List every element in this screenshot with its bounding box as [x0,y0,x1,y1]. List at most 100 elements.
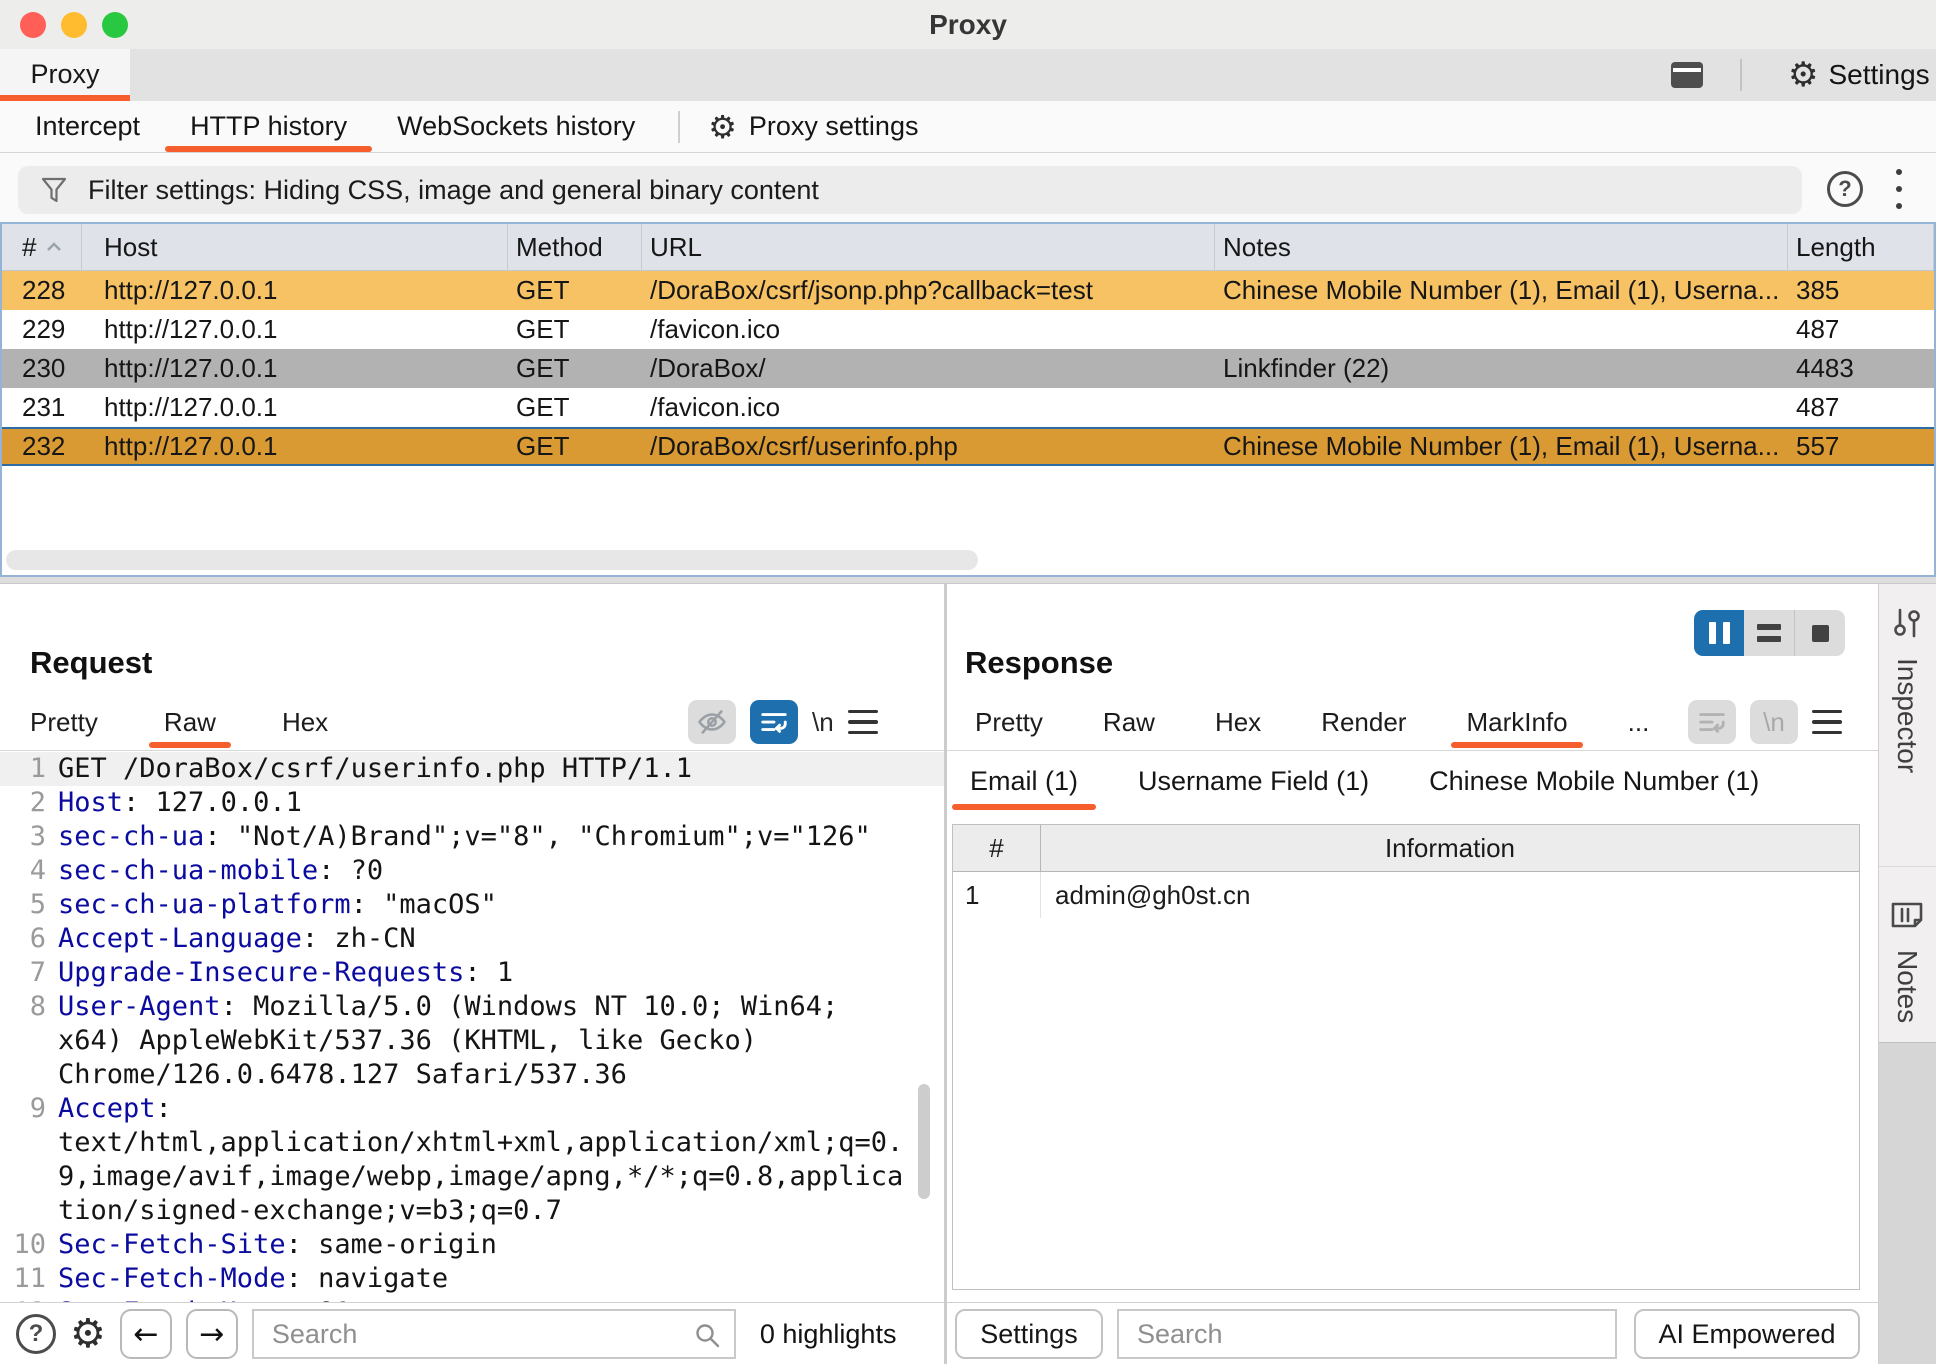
history-row[interactable]: 230 http://127.0.0.1 GET /DoraBox/ Linkf… [2,349,1934,388]
help-icon[interactable]: ? [1827,171,1863,207]
markinfo-category-tab[interactable]: Email (1) [952,752,1096,812]
search-previous-button[interactable]: ← [120,1309,172,1359]
request-footer: ? ⚙ ← → 0 highlights [0,1302,944,1365]
column-header-num[interactable]: # [2,224,82,270]
response-view-tab[interactable]: ... [1613,698,1665,748]
response-search [1117,1309,1617,1359]
markinfo-column-num[interactable]: # [953,825,1041,871]
column-header-method[interactable]: Method [508,224,642,270]
response-view-tab[interactable]: Pretty [960,698,1058,748]
history-rows: 228 http://127.0.0.1 GET /DoraBox/csrf/j… [2,271,1934,466]
settings-button[interactable]: ⚙ Settings [1788,49,1930,101]
gear-icon[interactable]: ⚙ [70,1314,106,1354]
panel-splitter[interactable] [0,577,1936,584]
queue-icon [1757,624,1781,642]
response-view-tab[interactable]: Raw [1088,698,1170,748]
eye-slash-icon [697,707,727,737]
response-view-tab[interactable]: Hex [1200,698,1276,748]
markinfo-category-tab[interactable]: Chinese Mobile Number (1) [1411,752,1777,812]
tab-notes[interactable]: Notes [1885,898,1929,1023]
newline-toggle-icon[interactable]: \n [1750,700,1798,744]
response-view-tab[interactable]: Render [1306,698,1421,748]
tab-inspector[interactable]: Inspector [1885,606,1929,773]
word-wrap-icon[interactable] [750,700,798,744]
line-text: sec-ch-ua-mobile: ?0 [58,854,903,888]
line-number: 9 [0,1092,46,1228]
history-row[interactable]: 228 http://127.0.0.1 GET /DoraBox/csrf/j… [2,271,1934,310]
line-number: 2 [0,786,46,820]
history-header-row: # Host Method URL Notes Length [2,224,1934,271]
request-line: 5 sec-ch-ua-platform: "macOS" [0,888,944,922]
column-header-url[interactable]: URL [642,224,1215,270]
request-search-input[interactable] [254,1311,734,1357]
request-response-divider[interactable] [944,584,947,1364]
editor-menu-icon[interactable] [1812,710,1842,735]
more-options-icon[interactable] [1896,169,1902,209]
ai-empowered-button[interactable]: AI Empowered [1634,1309,1860,1359]
markinfo-category-tab[interactable]: Username Field (1) [1120,752,1387,812]
main-tab-divider [1740,59,1742,91]
request-view-tab[interactable]: Raw [149,698,231,748]
history-row[interactable]: 231 http://127.0.0.1 GET /favicon.ico 48… [2,388,1934,427]
filter-settings-text: Filter settings: Hiding CSS, image and g… [88,175,819,206]
sub-tab[interactable]: WebSockets history [372,101,660,152]
line-text: sec-ch-ua-platform: "macOS" [58,888,903,922]
pause-button[interactable] [1694,610,1744,656]
http-history-table: # Host Method URL Notes Length 228 http:… [0,222,1936,577]
line-number: 8 [0,990,46,1092]
response-view-tab[interactable]: MarkInfo [1451,698,1582,748]
column-header-host[interactable]: Host [82,224,508,270]
line-text: Host: 127.0.0.1 [58,786,903,820]
markinfo-row[interactable]: 1 admin@gh0st.cn [953,872,1859,918]
proxy-settings-label: Proxy settings [749,111,919,142]
markinfo-rows: 1 admin@gh0st.cn [953,872,1859,918]
queue-button[interactable] [1744,610,1794,656]
line-number: 4 [0,854,46,888]
horizontal-scrollbar[interactable] [6,550,978,570]
proxy-settings-tab[interactable]: ⚙ Proxy settings [698,101,928,152]
word-wrap-icon[interactable] [1688,700,1736,744]
request-vertical-scrollbar[interactable] [918,1084,930,1199]
inspector-label: Inspector [1891,658,1923,773]
pause-icon [1709,622,1730,644]
sub-tab[interactable]: HTTP history [165,101,372,152]
sub-tab-list: Intercept HTTP history WebSockets histor… [10,101,660,152]
request-line: 7 Upgrade-Insecure-Requests: 1 [0,956,944,990]
hide-highlight-icon[interactable] [688,700,736,744]
line-text: Accept: text/html,application/xhtml+xml,… [58,1092,903,1228]
request-raw-editor[interactable]: 1 GET /DoraBox/csrf/userinfo.php HTTP/1.… [0,752,944,1302]
markinfo-settings-button[interactable]: Settings [955,1309,1103,1359]
request-view-tab[interactable]: Hex [267,698,343,748]
line-text: Sec-Fetch-Mode: navigate [58,1262,903,1296]
dock-layout-icon[interactable] [1670,60,1704,90]
response-toolbar-icons: \n [1688,700,1842,744]
sidebar-footer-area [1879,1042,1936,1364]
inspector-icon [1890,606,1924,640]
markinfo-column-info[interactable]: Information [1041,825,1859,871]
help-icon[interactable]: ? [16,1314,56,1354]
history-row[interactable]: 232 http://127.0.0.1 GET /DoraBox/csrf/u… [2,427,1934,466]
line-text: Sec-Fetch-Site: same-origin [58,1228,903,1262]
tab-proxy[interactable]: Proxy [0,49,130,101]
history-row[interactable]: 229 http://127.0.0.1 GET /favicon.ico 48… [2,310,1934,349]
window-title: Proxy [0,0,1936,49]
newline-toggle-icon[interactable]: \n [812,707,834,738]
gear-icon: ⚙ [708,111,737,143]
sidebar-divider [1879,866,1936,867]
filter-settings-bar[interactable]: Filter settings: Hiding CSS, image and g… [18,166,1802,214]
request-panel-title: Request [30,645,152,681]
search-next-button[interactable]: → [186,1309,238,1359]
line-text: Upgrade-Insecure-Requests: 1 [58,956,903,990]
stop-button[interactable] [1794,610,1845,656]
line-number: 1 [0,752,46,786]
editor-menu-icon[interactable] [848,710,878,735]
sub-tab[interactable]: Intercept [10,101,165,152]
request-view-tab[interactable]: Pretty [15,698,113,748]
line-text: Accept-Language: zh-CN [58,922,903,956]
response-search-input[interactable] [1119,1311,1615,1357]
column-header-notes[interactable]: Notes [1215,224,1788,270]
column-header-length[interactable]: Length [1788,224,1934,270]
settings-label: Settings [1828,59,1929,91]
titlebar: Proxy [0,0,1936,50]
request-toolbar-icons: \n [688,700,878,744]
